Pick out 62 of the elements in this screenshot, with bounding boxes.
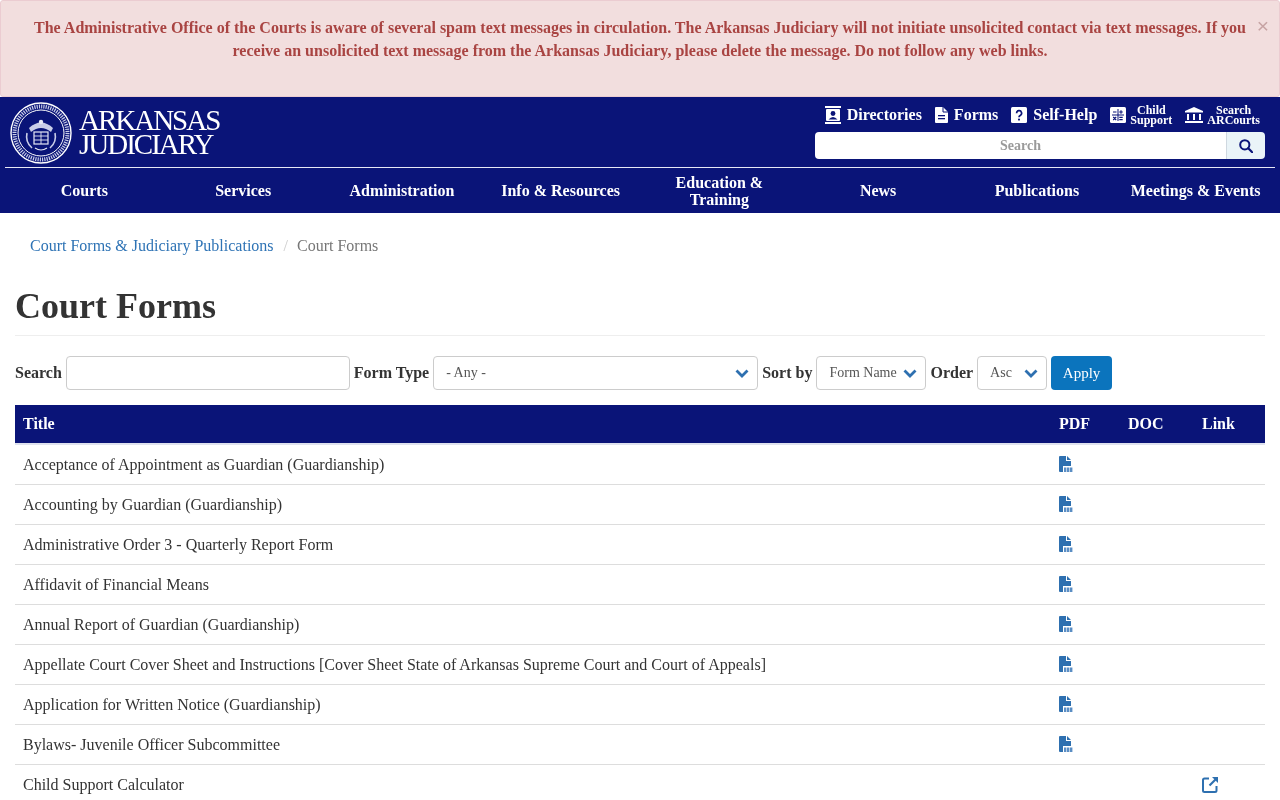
filter-label: Sort by xyxy=(762,364,813,382)
site-search-input[interactable]: Search xyxy=(815,132,1226,159)
contact-card-icon xyxy=(824,106,841,124)
nav-link[interactable]: Services xyxy=(163,168,323,213)
table-cell: Child Support Calculator xyxy=(15,764,1051,800)
search-input[interactable] xyxy=(65,356,350,390)
apply-button[interactable]: Apply xyxy=(1051,356,1113,390)
utility-link[interactable]: Forms xyxy=(934,105,999,125)
table-cell: Application for Written Notice (Guardianship) xyxy=(15,684,1051,725)
page-title: Court Forms xyxy=(15,286,1265,336)
table-cell: Acceptance of Appointment as Guardian (Guardianship) xyxy=(15,444,1051,485)
utility-link[interactable]: Self-Help xyxy=(1011,105,1098,125)
site-logo-text[interactable]: ARKANSAS JUDICIARY xyxy=(79,102,220,156)
file-icon[interactable] xyxy=(1059,536,1073,553)
breadcrumb-separator: / xyxy=(282,236,289,256)
nav-link[interactable]: Courts xyxy=(5,168,164,213)
nav-link[interactable]: Info & Resources xyxy=(481,168,640,213)
nav-link[interactable]: News xyxy=(798,168,958,213)
file-icon[interactable] xyxy=(1059,696,1073,713)
table-cell: Appellate Court Cover Sheet and Instructions [Cover Sheet State of Arkansas Supreme Court and Court of Appeals] xyxy=(15,644,1051,685)
utility-link[interactable]: Search ARCourts xyxy=(1185,105,1260,125)
column-header: DOC xyxy=(1120,405,1194,444)
column-header: Title xyxy=(15,405,1051,444)
filter-label: Form Type xyxy=(353,364,430,382)
table-cell: Annual Report of Guardian (Guardianship) xyxy=(15,604,1051,645)
utility-link[interactable]: Directories xyxy=(824,105,922,125)
calculator-icon xyxy=(1110,107,1127,123)
table-cell: Bylaws- Juvenile Officer Subcommittee xyxy=(15,724,1051,765)
nav-link[interactable]: Publications xyxy=(957,168,1117,213)
table-cell: Administrative Order 3 - Quarterly Report Form xyxy=(15,524,1051,565)
filter-label: Search xyxy=(15,364,62,382)
building-icon xyxy=(1185,107,1204,123)
file-icon[interactable] xyxy=(1059,616,1073,633)
help-icon xyxy=(1011,107,1028,123)
file-icon[interactable] xyxy=(1059,656,1073,673)
nav-link[interactable]: Education & Training xyxy=(640,168,799,213)
nav-link[interactable]: Meetings & Events xyxy=(1116,168,1275,213)
chevron-down-icon xyxy=(1024,368,1039,378)
table-cell: Affidavit of Financial Means xyxy=(15,564,1051,605)
column-header: Link xyxy=(1194,405,1265,444)
document-icon xyxy=(934,107,948,123)
breadcrumb-link[interactable]: Court Forms & Judiciary Publications xyxy=(30,235,274,257)
file-icon[interactable] xyxy=(1059,456,1073,473)
external-link-icon[interactable] xyxy=(1202,776,1219,793)
select-dropdown[interactable]: Asc xyxy=(977,356,1048,390)
file-icon[interactable] xyxy=(1059,736,1073,753)
chevron-down-icon xyxy=(903,368,918,378)
seal-icon[interactable] xyxy=(10,102,72,164)
breadcrumb-current: Court Forms xyxy=(297,236,379,256)
nav-link[interactable]: Administration xyxy=(322,168,482,213)
select-dropdown[interactable]: - Any - xyxy=(433,356,759,390)
chevron-down-icon xyxy=(735,368,750,378)
utility-link[interactable]: Child Support xyxy=(1110,105,1173,125)
search-icon xyxy=(1239,138,1253,153)
alert-message: The Administrative Office of the Courts is aware of several spam text messages in circulation. The Arkansas Judiciary will not initiate unsolicited contact via text messages. If you receive an unsolicited text message from the Arkansas Judiciary, please delete the message. Do not follow any web links. xyxy=(33,18,1247,62)
file-icon[interactable] xyxy=(1059,496,1073,513)
file-icon[interactable] xyxy=(1059,576,1073,593)
filter-label: Order xyxy=(930,364,974,382)
search-button[interactable] xyxy=(1226,132,1265,159)
select-dropdown[interactable]: Form Name xyxy=(816,356,927,390)
table-cell: Accounting by Guardian (Guardianship) xyxy=(15,484,1051,525)
column-header: PDF xyxy=(1051,405,1120,444)
